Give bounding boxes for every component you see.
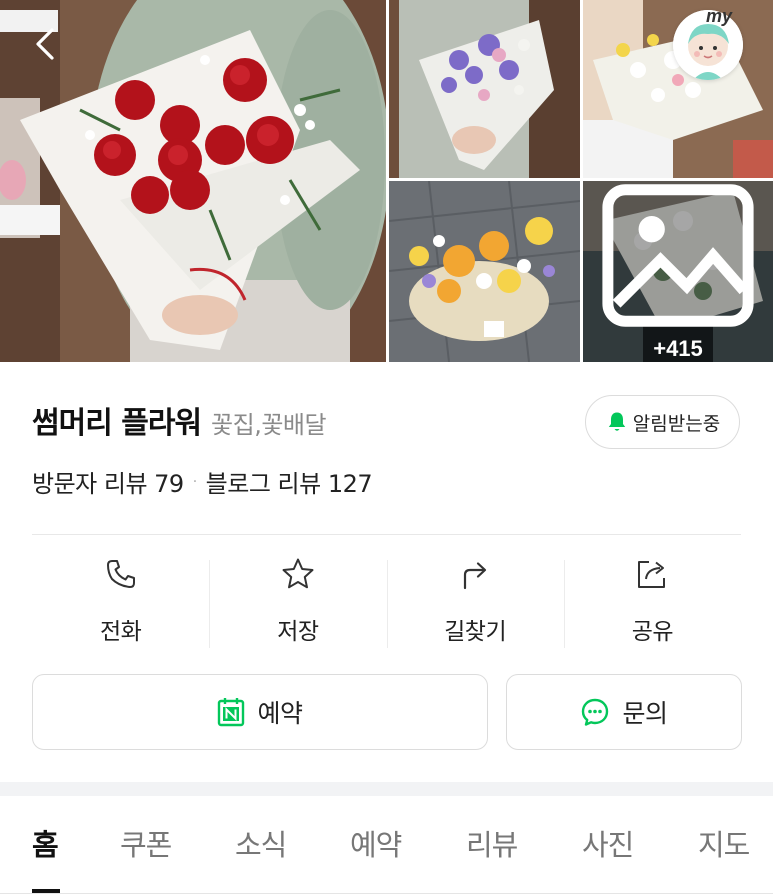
save-label: 저장 — [277, 619, 319, 645]
inquiry-button[interactable]: 문의 — [506, 674, 742, 750]
action-bar: 전화 저장 길찾기 공유 — [32, 556, 741, 652]
share-action[interactable]: 공유 — [563, 556, 741, 652]
gallery-photo[interactable] — [389, 181, 580, 362]
star-icon — [282, 558, 314, 589]
call-action[interactable]: 전화 — [32, 556, 209, 652]
section-separator — [0, 782, 773, 796]
place-category: 꽃집,꽃배달 — [211, 411, 327, 439]
directions-label: 길찾기 — [444, 619, 507, 645]
image-icon — [602, 184, 754, 327]
more-photos[interactable]: +415 — [583, 181, 773, 362]
directions-icon — [464, 562, 487, 590]
naver-calendar-icon — [218, 698, 245, 727]
chat-bubble-icon — [582, 698, 609, 726]
inquiry-label: 문의 — [622, 699, 668, 728]
tab-coupon[interactable]: 쿠폰 — [120, 822, 172, 864]
my-label: my — [706, 6, 733, 26]
tab-bar: 홈 쿠폰 소식 예약 리뷰 사진 지도 — [0, 796, 773, 894]
photo-gallery: +415 my — [0, 0, 773, 362]
review-summary: 방문자 리뷰 79 · 블로그 리뷰 127 — [32, 464, 373, 499]
tab-review[interactable]: 리뷰 — [466, 822, 518, 864]
tab-reservation[interactable]: 예약 — [350, 822, 402, 864]
more-photos-count: +415 — [653, 336, 703, 361]
gallery-photo[interactable] — [389, 0, 580, 178]
share-label: 공유 — [631, 619, 674, 645]
phone-icon — [106, 560, 135, 588]
notification-label: 알림받는중 — [632, 412, 721, 435]
reserve-label: 예약 — [257, 699, 303, 728]
place-title-row: 썸머리 플라워 꽃집,꽃배달 — [32, 398, 327, 442]
blog-review-link[interactable]: 블로그 리뷰 127 — [206, 464, 373, 499]
chevron-left-icon — [36, 28, 54, 60]
call-label: 전화 — [99, 619, 142, 645]
divider — [32, 534, 741, 535]
share-icon — [638, 561, 666, 588]
bell-icon — [608, 412, 625, 431]
directions-action[interactable]: 길찾기 — [386, 556, 564, 652]
separator-dot: · — [192, 473, 197, 490]
notification-toggle-button[interactable]: 알림받는중 — [585, 395, 740, 449]
tab-photo[interactable]: 사진 — [582, 822, 634, 864]
reserve-button[interactable]: 예약 — [32, 674, 488, 750]
more-photos-overlay: +415 — [583, 181, 773, 362]
place-name: 썸머리 플라워 — [32, 406, 202, 441]
tab-news[interactable]: 소식 — [235, 822, 287, 864]
tab-map[interactable]: 지도 — [698, 822, 750, 864]
visitor-review-link[interactable]: 방문자 리뷰 79 — [32, 464, 184, 499]
tab-home[interactable]: 홈 — [32, 822, 59, 864]
back-button[interactable] — [26, 24, 66, 64]
save-action[interactable]: 저장 — [209, 556, 386, 652]
